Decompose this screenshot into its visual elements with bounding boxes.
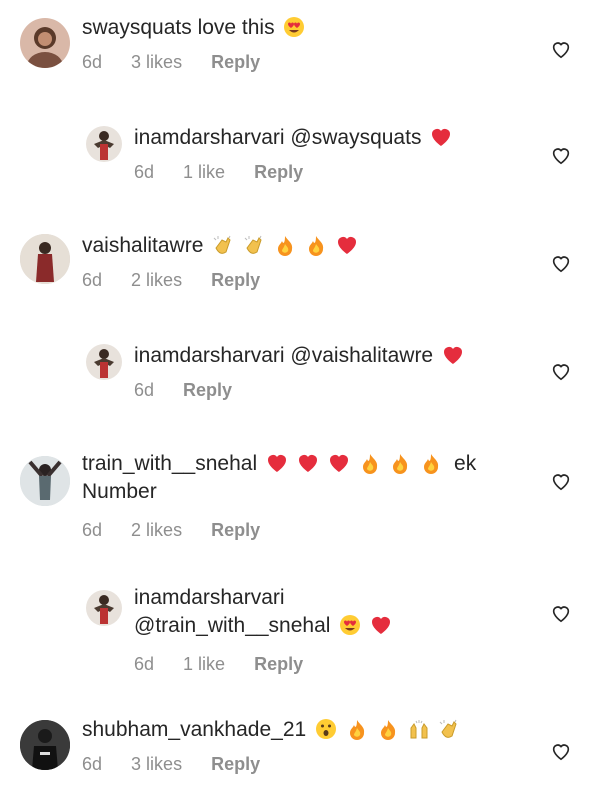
reply-button[interactable]: Reply [211, 52, 260, 72]
comment-text: ek [454, 452, 477, 475]
red-heart-emoji-icon [329, 455, 348, 472]
fire-emoji-icon [349, 720, 365, 740]
comment-age: 6d [134, 380, 155, 400]
comment-text-continued: Number [82, 480, 157, 503]
surprised-face-emoji-icon [316, 719, 337, 739]
fire-emoji-icon [424, 454, 439, 474]
avatar[interactable] [86, 590, 122, 626]
comment-likes[interactable]: 1 like [183, 654, 225, 674]
avatar[interactable] [20, 456, 70, 506]
comment-age: 6d [82, 520, 103, 540]
fire-emoji-icon [277, 236, 293, 256]
avatar[interactable] [20, 720, 70, 770]
comment-text: love this [197, 16, 275, 39]
comment-likes[interactable]: 3 likes [131, 52, 182, 72]
comment-likes[interactable]: 1 like [183, 162, 225, 182]
clapping-hands-emoji-icon [244, 235, 262, 254]
comment-age: 6d [82, 52, 103, 72]
reply-button[interactable]: Reply [183, 380, 232, 400]
avatar[interactable] [20, 234, 70, 284]
like-heart-icon[interactable] [550, 602, 572, 624]
comment-text: @vaishalitawre [290, 344, 434, 367]
comment-username[interactable]: vaishalitawre [82, 234, 203, 257]
comment-text: @swaysquats [290, 126, 422, 149]
comment-username[interactable]: shubham_vankhade_21 [82, 718, 306, 741]
comment-likes[interactable]: 2 likes [131, 270, 182, 290]
reply-button[interactable]: Reply [254, 654, 303, 674]
avatar[interactable] [86, 126, 122, 162]
reply-button[interactable]: Reply [254, 162, 303, 182]
clapping-hands-emoji-icon [440, 719, 457, 738]
comment-username[interactable]: inamdarsharvari [134, 344, 285, 367]
reply-button[interactable]: Reply [211, 270, 260, 290]
red-heart-emoji-icon [432, 129, 451, 146]
reply-button[interactable]: Reply [211, 520, 260, 540]
red-heart-emoji-icon [443, 347, 462, 364]
heart-eyes-emoji-icon [284, 17, 305, 37]
like-heart-icon[interactable] [550, 470, 572, 492]
red-heart-emoji-icon [337, 237, 356, 254]
comment-age: 6d [82, 270, 103, 290]
fire-emoji-icon [393, 454, 408, 474]
like-heart-icon[interactable] [550, 252, 572, 274]
clapping-hands-emoji-icon [213, 235, 231, 254]
avatar[interactable] [86, 344, 122, 380]
red-heart-emoji-icon [372, 617, 391, 634]
comment-age: 6d [134, 162, 155, 182]
red-heart-emoji-icon [267, 455, 286, 472]
comment-username[interactable]: inamdarsharvari [134, 584, 392, 612]
heart-eyes-emoji-icon [340, 615, 361, 635]
like-heart-icon[interactable] [550, 38, 572, 60]
like-heart-icon[interactable] [550, 144, 572, 166]
like-heart-icon[interactable] [550, 740, 572, 762]
reply-button[interactable]: Reply [211, 754, 260, 774]
comment-likes[interactable]: 2 likes [131, 520, 182, 540]
comment-likes[interactable]: 3 likes [131, 754, 182, 774]
fire-emoji-icon [362, 454, 377, 474]
comment-username[interactable]: train_with__snehal [82, 452, 257, 475]
comment-age: 6d [82, 754, 103, 774]
comment-username[interactable]: swaysquats [82, 16, 192, 39]
comment-username[interactable]: inamdarsharvari [134, 126, 285, 149]
fire-emoji-icon [380, 720, 395, 740]
fire-emoji-icon [308, 236, 323, 256]
red-heart-emoji-icon [298, 455, 317, 472]
comment-text: @train_with__snehal [134, 614, 331, 637]
raised-hands-emoji-icon [410, 720, 428, 739]
like-heart-icon[interactable] [550, 360, 572, 382]
avatar[interactable] [20, 18, 70, 68]
comment-age: 6d [134, 654, 155, 674]
